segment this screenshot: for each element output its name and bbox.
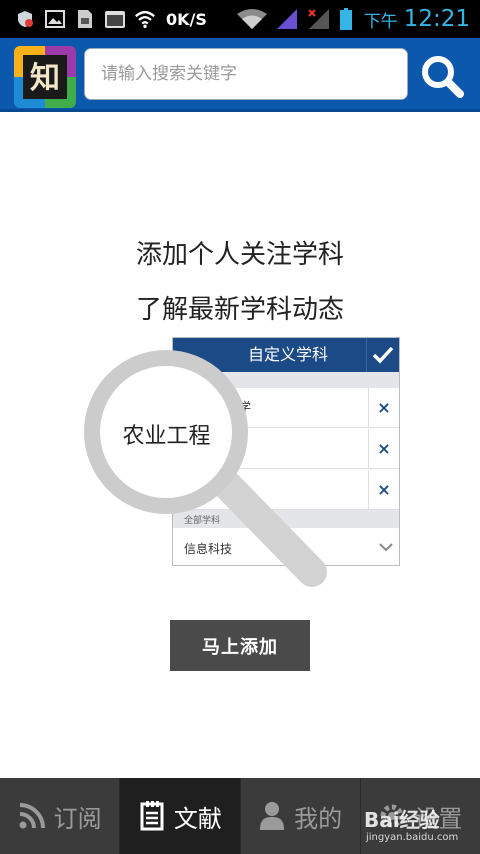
promo-subheadline: 了解最新学科动态 bbox=[135, 295, 344, 325]
cell-signal-nosim-icon bbox=[306, 9, 332, 29]
status-ampm: 下午 bbox=[363, 11, 398, 32]
document-icon bbox=[138, 801, 166, 831]
calendar-365-icon bbox=[104, 9, 126, 29]
status-time: 12:21 bbox=[403, 6, 470, 32]
section-label: 全部学科 bbox=[184, 516, 221, 526]
select-value: 信息科技 bbox=[184, 542, 233, 556]
nav-tab-mine[interactable]: 我的 bbox=[241, 778, 361, 854]
search-button[interactable] bbox=[418, 52, 466, 100]
subject-select: 信息科技 bbox=[173, 528, 399, 565]
check-icon bbox=[366, 338, 399, 372]
search-box[interactable] bbox=[84, 48, 408, 100]
wifi-icon bbox=[134, 9, 156, 29]
search-input[interactable] bbox=[99, 49, 393, 99]
person-icon bbox=[258, 801, 286, 831]
network-speed: 0K/S bbox=[166, 9, 207, 29]
card-header: 自定义学科 bbox=[173, 338, 399, 372]
wifi-signal-icon bbox=[236, 9, 268, 29]
lens-subject-text: 农业工程 bbox=[122, 424, 211, 449]
remove-icon: × bbox=[368, 388, 399, 428]
watermark-url: jingyan.baidu.com bbox=[366, 832, 459, 843]
subject-row-text: 学 bbox=[239, 400, 252, 414]
cell-signal-icon bbox=[274, 9, 300, 29]
nav-tab-subscribe[interactable]: 订阅 bbox=[0, 778, 121, 854]
status-bar-system: 下午 12:21 bbox=[236, 4, 470, 34]
nav-label: 订阅 bbox=[53, 804, 102, 833]
all-subjects-section: 全部学科 bbox=[173, 510, 399, 528]
battery-icon bbox=[338, 8, 354, 30]
card-title: 自定义学科 bbox=[247, 345, 328, 364]
nav-label: 文献 bbox=[173, 804, 222, 833]
chevron-down-icon bbox=[379, 543, 393, 552]
status-bar-notifications: 0K/S bbox=[14, 6, 207, 32]
app-header: 知 bbox=[0, 38, 480, 112]
baidu-watermark: Bai经验 jingyan.baidu.com bbox=[362, 800, 472, 848]
logo-glyph: 知 bbox=[30, 61, 60, 96]
sd-card-icon bbox=[74, 9, 96, 29]
remove-icon: × bbox=[368, 470, 399, 510]
nav-label: 我的 bbox=[294, 804, 343, 833]
add-now-button[interactable]: 马上添加 bbox=[170, 620, 310, 671]
subject-row: × bbox=[173, 470, 399, 510]
rss-icon bbox=[18, 801, 46, 831]
shield-notification-icon bbox=[14, 9, 36, 29]
watermark-brand: Bai经验 bbox=[364, 808, 440, 832]
image-notification-icon bbox=[44, 9, 66, 29]
promo-headline: 添加个人关注学科 bbox=[135, 240, 344, 270]
subject-illustration: 自定义学科 学 × × × 全部学科 信息科技 农业工程 bbox=[80, 336, 410, 606]
card-divider bbox=[173, 372, 399, 388]
status-bar: 0K/S 下午 12:21 bbox=[0, 0, 480, 38]
app-logo[interactable]: 知 bbox=[14, 46, 76, 108]
search-icon bbox=[422, 56, 464, 98]
custom-subject-card: 自定义学科 学 × × × 全部学科 信息科技 bbox=[172, 337, 400, 566]
nav-tab-literature[interactable]: 文献 bbox=[120, 778, 241, 854]
remove-icon: × bbox=[368, 429, 399, 469]
